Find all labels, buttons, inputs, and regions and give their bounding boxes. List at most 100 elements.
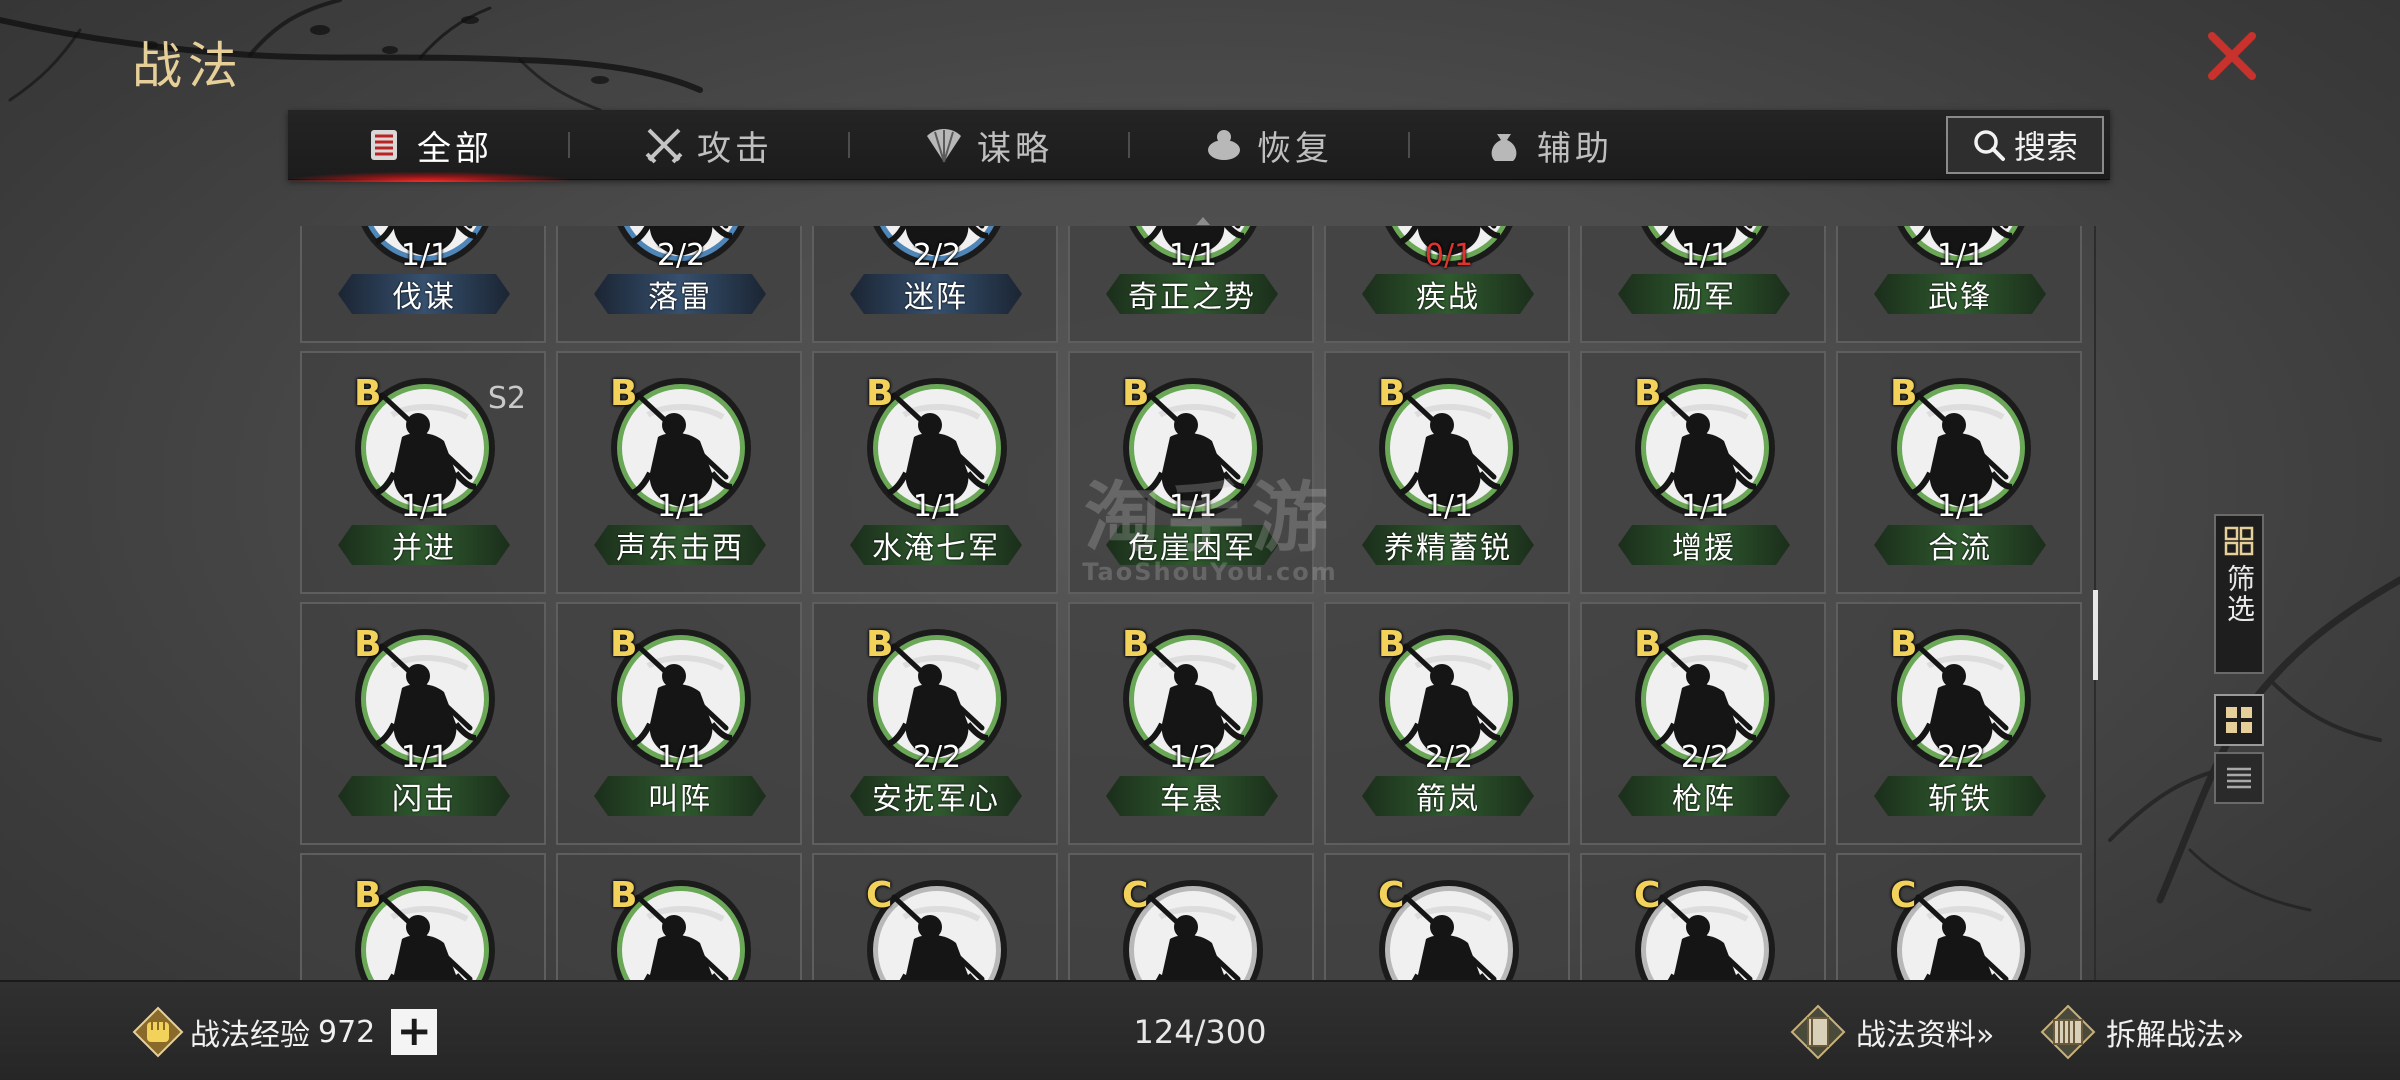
list-view-button[interactable] bbox=[2214, 752, 2264, 804]
fist-exp-icon bbox=[132, 1006, 184, 1058]
tab-recovery[interactable]: 恢复 bbox=[1128, 110, 1408, 180]
tab-all-label: 全部 bbox=[417, 128, 493, 169]
skill-card[interactable]: B bbox=[300, 853, 546, 980]
filter-button[interactable]: 筛选 bbox=[2214, 514, 2264, 674]
skill-grade: B bbox=[610, 624, 638, 665]
skill-info-link[interactable]: 战法资料» bbox=[1790, 1002, 1994, 1062]
skill-grade: B bbox=[866, 373, 894, 414]
skill-name: 落雷 bbox=[594, 274, 766, 314]
skill-card[interactable]: B 1/1 水淹七军 bbox=[812, 351, 1058, 594]
scroll-icon bbox=[2040, 1004, 2096, 1060]
skill-card[interactable]: C bbox=[1068, 853, 1314, 980]
skill-name: 迷阵 bbox=[850, 274, 1022, 314]
skill-card[interactable]: B 2/2 枪阵 bbox=[1580, 602, 1826, 845]
skill-grade: C bbox=[1890, 875, 1917, 916]
skill-level: 0/1 bbox=[1424, 238, 1474, 273]
tab-support[interactable]: 辅助 bbox=[1408, 110, 1688, 180]
grid-view-button[interactable] bbox=[2214, 694, 2264, 746]
exp-label: 战法经验 bbox=[190, 1018, 310, 1053]
skill-card[interactable]: B S2 1/1 并进 bbox=[300, 351, 546, 594]
skill-card[interactable]: 0/1 疾战 bbox=[1324, 226, 1570, 343]
search-button[interactable]: 搜索 bbox=[1946, 116, 2104, 174]
skill-grade: C bbox=[1378, 875, 1405, 916]
skill-card[interactable]: B 1/1 增援 bbox=[1580, 351, 1826, 594]
all-scrolls-icon bbox=[371, 130, 397, 160]
disassemble-link[interactable]: 拆解战法» bbox=[2040, 1002, 2244, 1062]
skill-level: 1/1 bbox=[400, 238, 450, 273]
skill-level: 1/1 bbox=[656, 489, 706, 524]
skill-exp: 战法经验 972 + bbox=[132, 1002, 438, 1062]
skill-card[interactable]: B 1/1 合流 bbox=[1836, 351, 2082, 594]
tab-attack-label: 攻击 bbox=[697, 128, 773, 169]
skill-level: 1/1 bbox=[1680, 238, 1730, 273]
skill-grade: C bbox=[1634, 875, 1661, 916]
category-tab-bar: 全部 攻击 谋略 恢复 辅助 搜索 bbox=[288, 110, 2110, 182]
skill-card[interactable]: B 1/1 叫阵 bbox=[556, 602, 802, 845]
skill-card[interactable]: 2/2 落雷 bbox=[556, 226, 802, 343]
skill-name: 合流 bbox=[1874, 525, 2046, 565]
skill-name: 闪击 bbox=[338, 776, 510, 816]
skill-grade: B bbox=[1122, 373, 1150, 414]
skill-level: 2/2 bbox=[1936, 740, 1986, 775]
skill-level: 1/1 bbox=[1936, 238, 1986, 273]
skill-card[interactable]: C bbox=[1324, 853, 1570, 980]
skill-grid: 1/1 伐谋 2/2 落雷 2/2 迷阵 1/1 奇正之势 0/1 疾战 1/1 励军 1/1 武锋 B S2… bbox=[300, 226, 2082, 980]
skill-grade: B bbox=[1634, 624, 1662, 665]
skill-grade: B bbox=[610, 875, 638, 916]
skill-grade: B bbox=[1378, 373, 1406, 414]
skill-card[interactable]: 1/1 奇正之势 bbox=[1068, 226, 1314, 343]
add-exp-button[interactable]: + bbox=[391, 1009, 438, 1055]
skill-level: 2/2 bbox=[1680, 740, 1730, 775]
tab-support-label: 辅助 bbox=[1537, 128, 1613, 169]
skill-level: 2/2 bbox=[912, 238, 962, 273]
skill-grade: B bbox=[866, 624, 894, 665]
skill-card[interactable]: B 1/1 声东击西 bbox=[556, 351, 802, 594]
skill-level: 2/2 bbox=[1424, 740, 1474, 775]
skill-name: 疾战 bbox=[1362, 274, 1534, 314]
filter-label: 筛选 bbox=[2223, 564, 2256, 624]
skill-card[interactable]: B 1/1 闪击 bbox=[300, 602, 546, 845]
skill-info-label: 战法资料» bbox=[1856, 1018, 1995, 1053]
skill-name: 声东击西 bbox=[594, 525, 766, 565]
skill-card[interactable]: 1/1 武锋 bbox=[1836, 226, 2082, 343]
tab-all[interactable]: 全部 bbox=[288, 110, 568, 182]
skill-name: 伐谋 bbox=[338, 274, 510, 314]
skill-grade: B bbox=[354, 373, 382, 414]
skill-card[interactable]: C bbox=[1836, 853, 2082, 980]
skill-card[interactable]: B 1/2 车悬 bbox=[1068, 602, 1314, 845]
close-button[interactable] bbox=[2204, 28, 2260, 84]
skill-card[interactable]: C bbox=[1580, 853, 1826, 980]
skill-level: 2/2 bbox=[656, 238, 706, 273]
skill-grade: C bbox=[866, 875, 893, 916]
bottom-bar: 战法经验 972 + 124/300 战法资料» 拆解战法» bbox=[0, 980, 2400, 1080]
watermark-main: 淘手游 bbox=[1084, 473, 1336, 562]
skill-grid-viewport[interactable]: 1/1 伐谋 2/2 落雷 2/2 迷阵 1/1 奇正之势 0/1 疾战 1/1 励军 1/1 武锋 B S2… bbox=[300, 226, 2100, 980]
skill-card[interactable]: 1/1 伐谋 bbox=[300, 226, 546, 343]
tab-strategy[interactable]: 谋略 bbox=[848, 110, 1128, 180]
tab-strategy-label: 谋略 bbox=[977, 128, 1053, 169]
skill-card[interactable]: B 2/2 斩铁 bbox=[1836, 602, 2082, 845]
scrollbar-thumb[interactable] bbox=[2093, 590, 2098, 680]
skill-card[interactable]: B 1/1 养精蓄锐 bbox=[1324, 351, 1570, 594]
skill-name: 增援 bbox=[1618, 525, 1790, 565]
skill-card[interactable]: 1/1 励军 bbox=[1580, 226, 1826, 343]
disassemble-label: 拆解战法» bbox=[2106, 1018, 2245, 1053]
skill-count: 124/300 bbox=[1133, 1013, 1267, 1051]
skill-name: 励军 bbox=[1618, 274, 1790, 314]
skill-season-tag: S2 bbox=[487, 381, 526, 416]
skill-card[interactable]: B 2/2 安抚军心 bbox=[812, 602, 1058, 845]
skill-card[interactable]: 2/2 迷阵 bbox=[812, 226, 1058, 343]
tab-attack[interactable]: 攻击 bbox=[568, 110, 848, 180]
search-icon bbox=[1974, 130, 2005, 161]
skill-grade: B bbox=[354, 624, 382, 665]
close-icon bbox=[2208, 32, 2256, 80]
skill-card[interactable]: B 2/2 箭岚 bbox=[1324, 602, 1570, 845]
skill-level: 1/1 bbox=[1680, 489, 1730, 524]
skill-card[interactable]: C bbox=[812, 853, 1058, 980]
skill-name: 养精蓄锐 bbox=[1362, 525, 1534, 565]
skill-level: 2/2 bbox=[912, 740, 962, 775]
skill-grade: B bbox=[354, 875, 382, 916]
list-view-icon bbox=[2227, 767, 2251, 789]
skill-name: 枪阵 bbox=[1618, 776, 1790, 816]
skill-card[interactable]: B bbox=[556, 853, 802, 980]
